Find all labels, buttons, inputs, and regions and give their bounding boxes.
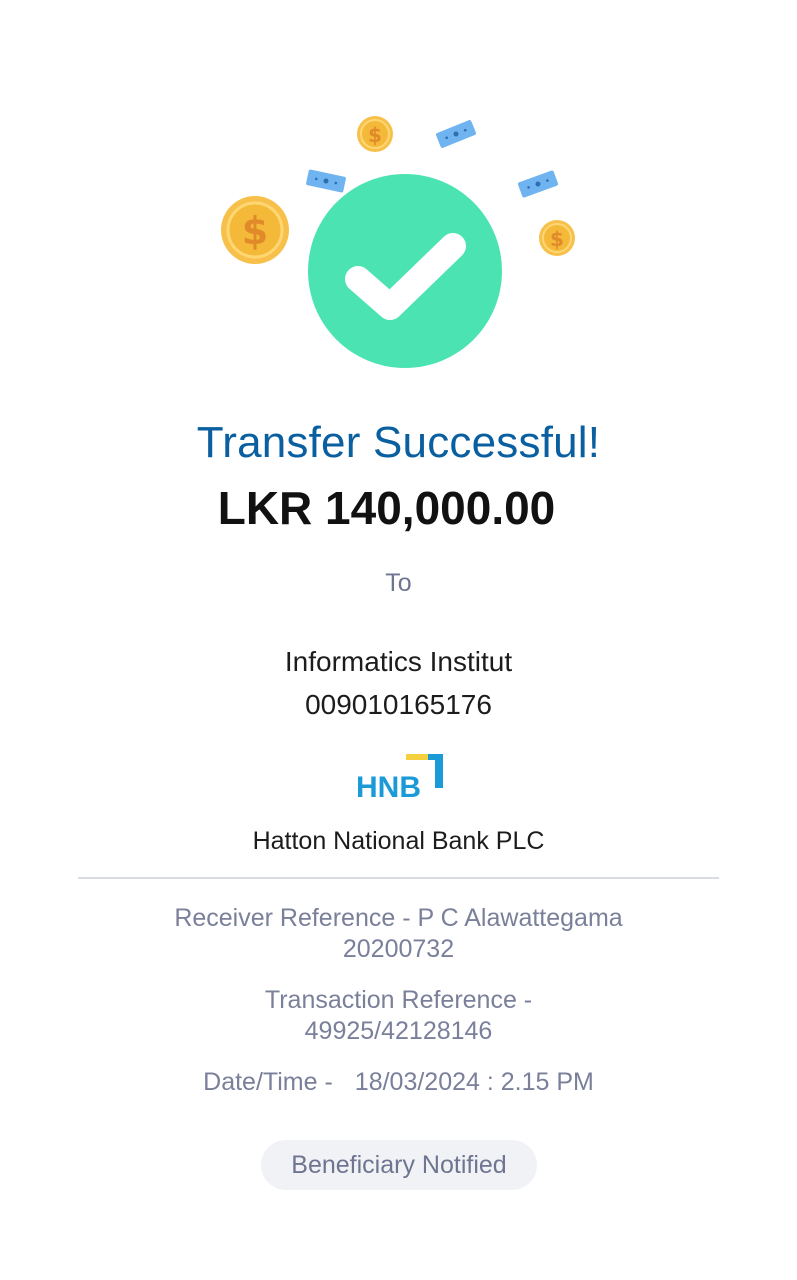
- transfer-status-title: Transfer Successful!: [196, 418, 601, 467]
- transaction-reference: Transaction Reference - 49925/42128146: [0, 985, 797, 1047]
- coin-icon: $: [357, 116, 393, 152]
- check-circle-icon: [308, 174, 502, 368]
- recipient-name: Informatics Institut: [284, 646, 513, 677]
- receiver-reference: Receiver Reference - P C Alawattegama 20…: [0, 903, 797, 965]
- bank-logo: HNB: [356, 754, 443, 802]
- svg-text:$: $: [550, 227, 564, 251]
- transaction-reference-line: Transaction Reference -: [264, 986, 533, 1014]
- recipient-account-number: 009010165176: [305, 689, 492, 720]
- coin-icon: $: [539, 220, 575, 256]
- datetime-value: 18/03/2024 : 2.15 PM: [354, 1068, 594, 1096]
- transaction-reference-line: 49925/42128146: [304, 1017, 493, 1045]
- bank-logo-text: HNB: [356, 771, 421, 802]
- receiver-reference-line: Receiver Reference - P C Alawattegama: [174, 904, 623, 932]
- receiver-reference-line: 20200732: [342, 935, 455, 963]
- banknote-icon: [306, 169, 346, 193]
- divider: [78, 877, 719, 879]
- success-illustration: $ $ $: [221, 116, 575, 368]
- beneficiary-notified-badge: Beneficiary Notified: [261, 1140, 537, 1190]
- banknote-icon: [517, 170, 559, 198]
- banknote-icon: [435, 120, 477, 148]
- transaction-datetime: Date/Time - 18/03/2024 : 2.15 PM: [0, 1067, 797, 1098]
- bank-name: Hatton National Bank PLC: [252, 827, 545, 855]
- svg-text:$: $: [242, 209, 268, 253]
- svg-text:$: $: [368, 123, 382, 147]
- transfer-amount: LKR 140,000.00: [217, 482, 556, 534]
- to-label: To: [385, 569, 412, 597]
- coin-icon: $: [221, 196, 289, 264]
- datetime-label: Date/Time -: [203, 1068, 333, 1096]
